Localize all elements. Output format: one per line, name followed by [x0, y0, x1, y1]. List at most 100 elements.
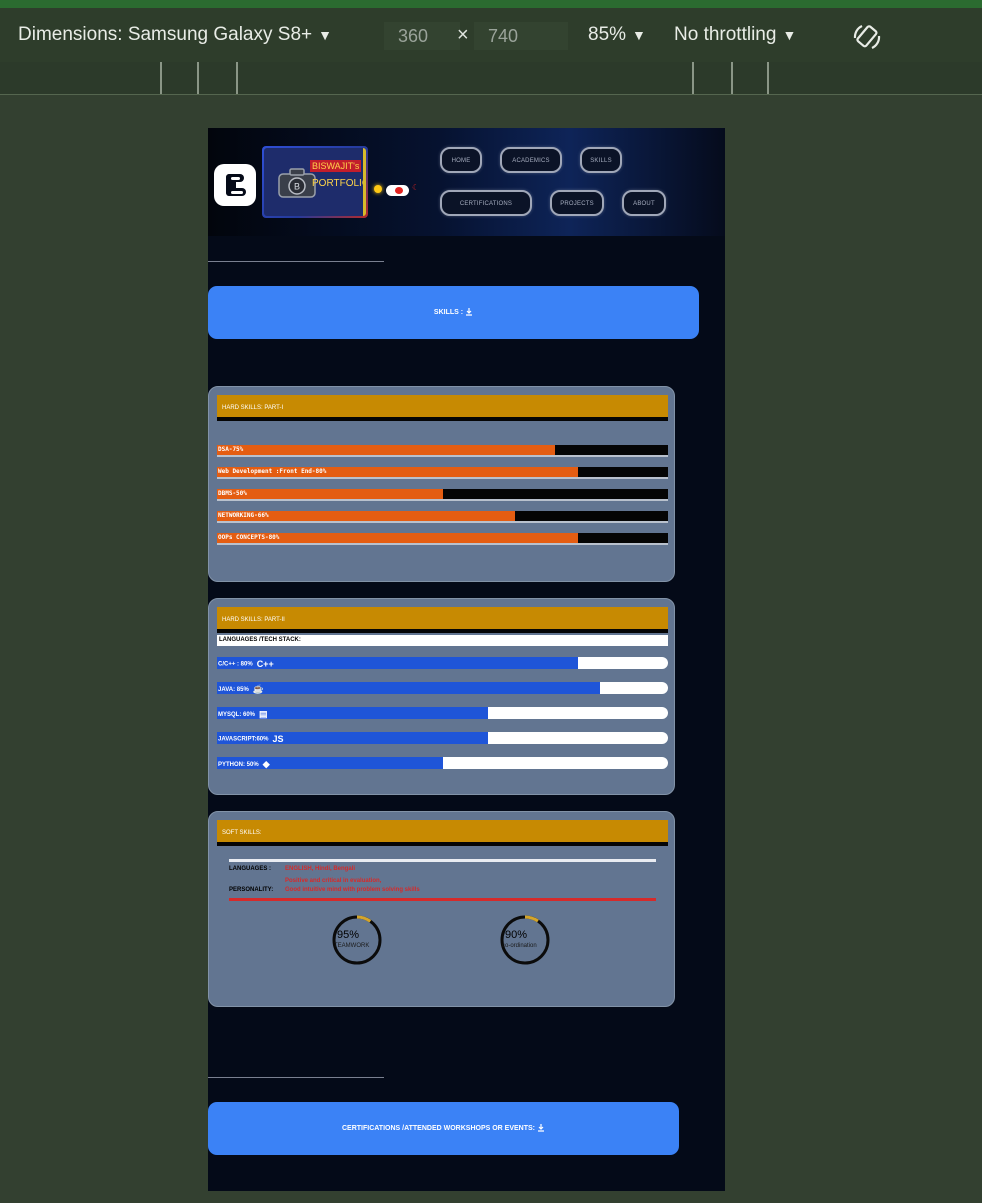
bar-label-text: C/C++ : 80%	[218, 661, 253, 668]
card-title: SOFT SKILLS:	[217, 820, 668, 846]
database-icon: ▤	[259, 709, 268, 719]
throttling-label: No throttling	[674, 24, 777, 45]
hard-skills-part2-card: HARD SKILLS: PART-II LANGUAGES /TECH STA…	[208, 598, 675, 795]
tech-skill-bar: MYSQL: 60% ▤	[217, 707, 668, 719]
tech-skill-bar: PYTHON: 50% ◆	[217, 757, 668, 769]
bar-underline	[217, 455, 668, 457]
svg-text:B: B	[294, 182, 300, 192]
logo-name: BISWAJIT's	[310, 160, 362, 172]
bar-fill	[217, 682, 601, 694]
nav-academics-button[interactable]: ACADEMICS	[500, 147, 562, 173]
bar-label: OOPs CONCEPTS-80%	[218, 534, 280, 541]
personality-value: Good intuitive mind with problem solving…	[285, 887, 420, 893]
languages-value: ENGLISH, Hindi, Bengali	[285, 866, 356, 872]
download-icon	[466, 308, 473, 316]
cpp-icon: C++	[256, 659, 274, 669]
width-field[interactable]: 360	[384, 22, 460, 50]
blogger-icon[interactable]	[214, 164, 256, 206]
section-divider	[208, 261, 384, 262]
media-query-ruler	[0, 62, 982, 95]
nav-certifications-button[interactable]: CERTIFICATIONS	[440, 190, 532, 216]
dimensions-dropdown[interactable]: Dimensions: Samsung Galaxy S8+ ▼	[18, 24, 332, 46]
tech-skill-bar: JAVA: 85% ☕	[217, 682, 668, 694]
soft-divider	[229, 859, 656, 862]
certifications-banner-label: CERTIFICATIONS /ATTENDED WORKSHOPS OR EV…	[341, 1125, 536, 1132]
certifications-banner[interactable]: CERTIFICATIONS /ATTENDED WORKSHOPS OR EV…	[208, 1102, 679, 1155]
ruler-tick[interactable]	[731, 62, 733, 94]
portfolio-logo[interactable]: B BISWAJIT's PORTFOLIO	[262, 146, 368, 218]
nav-skills-button[interactable]: SKILLS	[580, 147, 622, 173]
tech-stack-title: LANGUAGES /TECH STACK:	[217, 635, 668, 646]
rotate-icon[interactable]	[852, 22, 882, 52]
chevron-down-icon: ▼	[782, 27, 797, 43]
bar-label: DSA-75%	[218, 446, 244, 453]
ring-percent: 95%	[337, 929, 360, 941]
tech-skill-bar: C/C++ : 80% C++	[217, 657, 668, 669]
languages-label: LANGUAGES :	[229, 866, 271, 872]
height-field[interactable]: 740	[474, 22, 568, 50]
nav-about-button[interactable]: ABOUT	[622, 190, 666, 216]
devtools-toolbar: Dimensions: Samsung Galaxy S8+ ▼ 360 × 74…	[0, 8, 982, 62]
theme-toggle[interactable]	[386, 185, 409, 196]
card-title: HARD SKILLS: PART-II	[217, 607, 668, 633]
nav-home-button[interactable]: HOME	[440, 147, 482, 173]
personality-line1: Positive and critical in evaluation,	[285, 878, 382, 884]
skills-banner[interactable]: SKILLS :	[208, 286, 699, 339]
throttling-dropdown[interactable]: No throttling ▼	[674, 24, 796, 46]
bar-underline	[217, 521, 668, 523]
javascript-icon: JS	[272, 734, 284, 744]
bar-label: MYSQL: 60% ▤	[218, 709, 268, 720]
personality-label: PERSONALITY:	[229, 887, 274, 893]
teamwork-ring: 95% TEAMWORK	[332, 915, 382, 965]
bar-fill	[217, 445, 556, 455]
bar-fill	[217, 489, 443, 499]
camera-icon: B	[278, 168, 316, 198]
ring-percent: 90%	[505, 929, 528, 941]
ruler-tick[interactable]	[197, 62, 199, 94]
bar-label: C/C++ : 80% C++	[218, 659, 274, 669]
bar-label-text: PYTHON: 50%	[218, 762, 259, 769]
bar-label-text: JAVASCRIPT:60%	[218, 736, 269, 743]
bar-label-text: MYSQL: 60%	[218, 712, 256, 719]
ring-label: TEAMWORK	[334, 943, 370, 949]
tech-skill-bar: JAVASCRIPT:60% JS	[217, 732, 668, 744]
chevron-down-icon: ▼	[318, 27, 332, 43]
ruler-tick[interactable]	[692, 62, 694, 94]
bar-label: JAVA: 85% ☕	[218, 684, 264, 695]
python-icon: ◆	[262, 759, 270, 769]
times-icon: ×	[457, 24, 469, 46]
emulated-page: B BISWAJIT's PORTFOLIO ☾ HOME ACADEMICS …	[208, 128, 725, 1191]
skills-banner-label: SKILLS :	[433, 309, 464, 316]
bar-underline	[217, 477, 668, 479]
bar-label: NETWORKING-66%	[218, 512, 269, 519]
hard-skills-part1-card: HARD SKILLS: PART-I DSA-75% Web Developme…	[208, 386, 675, 582]
ruler-tick[interactable]	[767, 62, 769, 94]
bar-label: PYTHON: 50% ◆	[218, 759, 270, 770]
zoom-label: 85%	[588, 24, 627, 45]
bar-label-text: JAVA: 85%	[218, 687, 249, 694]
site-header: B BISWAJIT's PORTFOLIO ☾ HOME ACADEMICS …	[208, 128, 725, 236]
soft-skills-card: SOFT SKILLS: LANGUAGES : ENGLISH, Hindi,…	[208, 811, 675, 1007]
coordination-ring: 90% co-ordination	[500, 915, 550, 965]
top-stripe	[0, 0, 982, 8]
ruler-tick[interactable]	[160, 62, 162, 94]
bar-underline	[217, 543, 668, 545]
moon-icon: ☾	[412, 183, 420, 192]
bar-underline	[217, 499, 668, 501]
card-title: HARD SKILLS: PART-I	[217, 395, 668, 421]
download-icon	[538, 1124, 545, 1132]
section-divider	[208, 1077, 384, 1078]
java-icon: ☕	[252, 684, 265, 694]
ring-label: co-ordination	[502, 943, 537, 949]
chevron-down-icon: ▼	[632, 27, 646, 43]
logo-subtitle: PORTFOLIO	[312, 178, 366, 189]
dimensions-label: Dimensions: Samsung Galaxy S8+	[18, 24, 313, 45]
bar-label: JAVASCRIPT:60% JS	[218, 734, 283, 744]
ruler-tick[interactable]	[236, 62, 238, 94]
bar-label: DBMS-50%	[218, 490, 247, 497]
zoom-dropdown[interactable]: 85% ▼	[588, 24, 646, 46]
soft-red-divider	[229, 898, 656, 901]
bar-label: Web Development :Front End-80%	[218, 468, 327, 475]
sun-icon	[374, 185, 382, 193]
nav-projects-button[interactable]: PROJECTS	[550, 190, 604, 216]
